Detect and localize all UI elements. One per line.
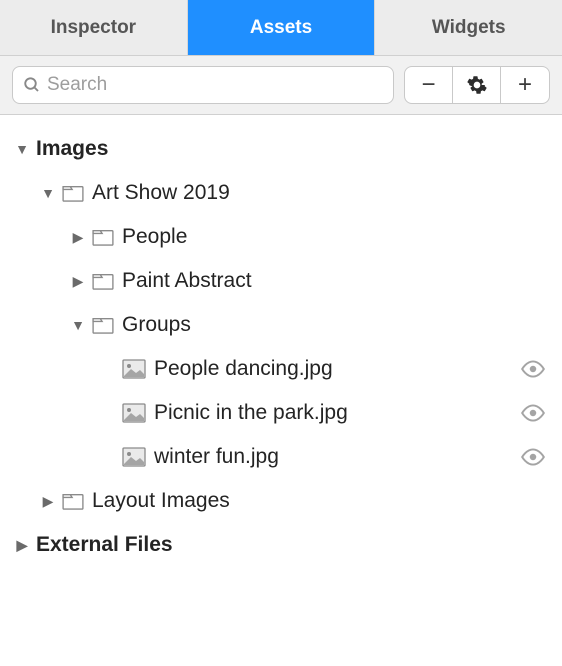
search-input[interactable] (47, 74, 383, 96)
tree-label: External Files (36, 533, 173, 557)
plus-icon: + (518, 71, 532, 99)
folder-icon (92, 272, 114, 290)
toolbar-buttons: − + (404, 66, 550, 104)
chevron-right-icon: ▶ (14, 537, 30, 554)
chevron-down-icon: ▼ (70, 317, 86, 333)
chevron-right-icon: ▶ (70, 229, 86, 246)
folder-icon (62, 184, 84, 202)
tab-bar: Inspector Assets Widgets (0, 0, 562, 56)
tree-file-people-dancing[interactable]: People dancing.jpg (8, 347, 554, 391)
tree-label: Paint Abstract (122, 269, 252, 293)
tree-label: Groups (122, 313, 191, 337)
asset-tree: ▼ Images ▼ Art Show 2019 ▶ People ▶ Pain… (0, 115, 562, 579)
image-file-icon (122, 403, 146, 423)
tree-label: People dancing.jpg (154, 357, 333, 381)
tab-inspector[interactable]: Inspector (0, 0, 188, 55)
chevron-down-icon: ▼ (14, 141, 30, 157)
tree-folder-paint-abstract[interactable]: ▶ Paint Abstract (8, 259, 554, 303)
tree-section-images[interactable]: ▼ Images (8, 127, 554, 171)
gear-icon (467, 75, 487, 95)
tree-folder-art-show[interactable]: ▼ Art Show 2019 (8, 171, 554, 215)
tab-label: Inspector (51, 17, 137, 39)
visibility-icon[interactable] (520, 360, 546, 378)
tree-folder-groups[interactable]: ▼ Groups (8, 303, 554, 347)
search-field[interactable] (12, 66, 394, 104)
tree-section-external-files[interactable]: ▶ External Files (8, 523, 554, 567)
tab-label: Assets (250, 17, 312, 39)
tree-folder-layout-images[interactable]: ▶ Layout Images (8, 479, 554, 523)
tab-assets[interactable]: Assets (188, 0, 376, 55)
tree-file-picnic[interactable]: Picnic in the park.jpg (8, 391, 554, 435)
settings-button[interactable] (453, 67, 501, 103)
tree-label: Layout Images (92, 489, 230, 513)
folder-icon (62, 492, 84, 510)
tree-folder-people[interactable]: ▶ People (8, 215, 554, 259)
tree-label: Images (36, 137, 108, 161)
tree-file-winter-fun[interactable]: winter fun.jpg (8, 435, 554, 479)
toolbar: − + (0, 56, 562, 115)
folder-icon (92, 316, 114, 334)
visibility-icon[interactable] (520, 448, 546, 466)
chevron-down-icon: ▼ (40, 185, 56, 201)
folder-icon (92, 228, 114, 246)
tab-widgets[interactable]: Widgets (375, 0, 562, 55)
search-icon (23, 76, 41, 94)
image-file-icon (122, 359, 146, 379)
minus-icon: − (421, 71, 435, 99)
collapse-button[interactable]: − (405, 67, 453, 103)
visibility-icon[interactable] (520, 404, 546, 422)
tree-label: People (122, 225, 187, 249)
tree-label: Picnic in the park.jpg (154, 401, 348, 425)
tab-label: Widgets (432, 17, 506, 39)
add-button[interactable]: + (501, 67, 549, 103)
tree-label: Art Show 2019 (92, 181, 230, 205)
chevron-right-icon: ▶ (70, 273, 86, 290)
chevron-right-icon: ▶ (40, 493, 56, 510)
tree-label: winter fun.jpg (154, 445, 279, 469)
image-file-icon (122, 447, 146, 467)
